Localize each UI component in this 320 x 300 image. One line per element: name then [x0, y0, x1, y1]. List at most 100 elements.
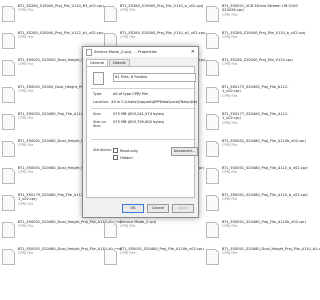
checkbox-box[interactable] — [113, 148, 118, 153]
file-item[interactable]: BTL_ES0177_S20400_Proj_File_A112-1_v02.c… — [206, 112, 298, 138]
file-text: BTL_ES0175_S20400_Proj_File_A112-1_v02.c… — [222, 85, 298, 98]
file-text: BTL_ES280_S20040_Proj_File_V112_b1_v02.c… — [18, 31, 104, 40]
dialog-buttons: OK Cancel Apply — [122, 204, 194, 213]
file-item[interactable]: BTL_ES0001_S20480_Dual_Height_Proj_File_… — [2, 247, 121, 273]
file-text: BTL_ES0001_S20480_Proj_File_A110b_v02.cp… — [222, 220, 306, 229]
checkbox-box[interactable] — [113, 155, 118, 160]
file-item[interactable]: BTL_ES0001_S20000_Dual_Height_Proj_File_… — [2, 58, 121, 84]
size-value: 575 MB (603,241,574 bytes) — [113, 112, 165, 116]
tab-details[interactable]: Details — [109, 59, 130, 66]
file-icon — [104, 222, 117, 238]
file-item[interactable]: BTL_ES0001_S20480_Proj_File_A110_b_v02.c… — [2, 112, 104, 138]
file-text: BTL_ES0177_S20400_Proj_File_A112-1_v02.c… — [222, 112, 298, 125]
general-panel: 61 Files, 6 Folders Type: All of type CP… — [86, 66, 198, 198]
file-text: Service Mode_2.cprj CPRJ File — [120, 220, 156, 229]
file-icon — [2, 114, 15, 130]
type-label: Type: — [93, 92, 103, 96]
file-icon — [2, 33, 15, 49]
readonly-label: Read-only — [120, 148, 138, 153]
selection-summary-field: 61 Files, 6 Folders — [113, 73, 196, 82]
file-item[interactable]: BTL_ES280_S20040_Proj_File_V112_b1_v02.c… — [2, 31, 104, 57]
file-type: CPRJ File — [222, 197, 238, 202]
file-item[interactable]: BTL_ES0175_S20480_Proj_File_A112-1_v02.c… — [2, 193, 94, 219]
file-item[interactable]: BTL_ES0001_VCB EDrive Stream Lift V100 S… — [206, 4, 298, 30]
ok-button[interactable]: OK — [122, 204, 144, 213]
hidden-label: Hidden — [120, 155, 133, 160]
file-item[interactable]: BTL_ES280_S19000_Proj_File_V110_B3_v02.c… — [2, 4, 104, 30]
file-item[interactable]: BTL_ES280_S20400_Proj_File_V110_b_v02.cp… — [206, 31, 305, 57]
file-type: CPRJ File — [222, 224, 238, 229]
file-item[interactable]: BTL_ES0001_S20480_Dual_Height_Proj_File_… — [2, 166, 121, 192]
file-type: CPRJ File — [222, 251, 238, 256]
close-icon[interactable]: ✕ — [191, 49, 195, 55]
size-on-disk-row: Size on disk: 575 MB (603,795,800 bytes) — [93, 120, 197, 128]
file-icon — [206, 87, 219, 103]
file-item[interactable]: Service Mode_2.cprj CPRJ File — [104, 220, 196, 246]
file-item[interactable]: BTL_ES0001_S20480_Proj_File_A110b_v02.cp… — [104, 247, 204, 273]
file-item[interactable]: BTL_ES280_S19000_Proj_File_V110_a_v02.cp… — [104, 4, 203, 30]
file-text: BTL_ES280_S19000_Proj_File_V110_B3_v02.c… — [18, 4, 104, 13]
file-icon — [206, 33, 219, 49]
file-item[interactable]: BTL_ES0001_S20480_Proj_File_A110b_v02.cp… — [206, 220, 306, 246]
file-text: BTL_ES0001_S20480_Proj_File_A110b_v02.cp… — [222, 139, 306, 148]
file-item[interactable]: BTL_ES0001_S20480_Proj_File_A110_b_v02.c… — [206, 166, 308, 192]
size-on-disk-value: 575 MB (603,795,800 bytes) — [113, 120, 165, 124]
file-text: BTL_ES0001_VCB EDrive Stream Lift V100 S… — [222, 4, 298, 17]
dialog-title: Service Mode_2.cprj, ... Properties — [94, 50, 157, 54]
file-text: BTL_ES0001_S20480_Proj_File_A110b_v02.cp… — [120, 247, 204, 256]
file-item[interactable]: BTL_ES0001_S20480_Dual_Height_Proj_File_… — [2, 220, 121, 246]
advanced-button[interactable]: Advanced... — [171, 147, 198, 156]
file-item[interactable]: BTL_ES0001_S2000_Dual_Height_Proj_File_V… — [2, 85, 112, 111]
size-row: Size: 575 MB (603,241,574 bytes) — [93, 112, 197, 116]
type-value: All of type CPRJ File — [113, 92, 148, 96]
size-on-disk-label: Size on disk: — [93, 120, 106, 128]
tab-bar: General Details — [83, 57, 198, 66]
file-text: BTL_ES0001_S20480_Proj_File_A110_b_v02.c… — [222, 166, 308, 175]
file-icon — [206, 249, 219, 265]
file-text: BTL_ES280_S19000_Proj_File_V110_a_v02.cp… — [120, 4, 203, 13]
location-label: Location: — [93, 100, 110, 104]
cancel-button[interactable]: Cancel — [147, 204, 169, 213]
file-text: BTL_ES0001_S20480_Proj_File_A110_b_v02.c… — [222, 193, 308, 202]
file-item[interactable]: BTL_ES0001_S20480_Dual_Height_Proj_File_… — [2, 139, 121, 165]
file-type: CPRJ File — [120, 224, 136, 229]
file-type: CPRJ File — [222, 93, 238, 98]
file-text: BTL_ES280_S20000_Proj_File_V110_a1_v02.c… — [120, 31, 205, 40]
file-type: CPRJ File — [120, 251, 136, 256]
file-type: CPRJ File — [222, 12, 238, 17]
file-item[interactable]: BTL_ES0001_S20480_Dual_Height_Proj_File_… — [206, 247, 320, 273]
file-type: CPRJ File — [18, 35, 34, 40]
file-icon — [2, 168, 15, 184]
divider — [91, 108, 196, 109]
file-icon — [104, 249, 117, 265]
file-type: CPRJ File — [222, 170, 238, 175]
dialog-titlebar: Service Mode_2.cprj, ... Properties ✕ — [83, 47, 198, 57]
tab-general[interactable]: General — [86, 59, 109, 66]
location-value: All in C:\Users\Support\APPData\Local\Te… — [111, 100, 197, 104]
multiple-files-icon — [93, 72, 104, 85]
apply-button[interactable]: Apply — [172, 204, 194, 213]
file-icon — [206, 114, 219, 130]
file-icon — [206, 141, 219, 157]
file-icon — [2, 60, 15, 76]
properties-dialog: Service Mode_2.cprj, ... Properties ✕ Ge… — [82, 46, 199, 218]
file-type: CPRJ File — [222, 120, 238, 125]
file-text: BTL_ES0001_S20480_Dual_Height_Proj_File_… — [222, 247, 320, 256]
file-type: CPRJ File — [120, 8, 136, 13]
file-icon — [2, 222, 15, 238]
file-type: CPRJ File — [222, 35, 238, 40]
file-icon — [2, 87, 15, 103]
file-item[interactable]: BTL_ES0001_S20480_Proj_File_A110b_v02.cp… — [206, 139, 306, 165]
file-text: BTL_ES280_S20400_Proj_File_V110_b_v02.cp… — [222, 31, 305, 40]
file-item[interactable]: BTL_ES0175_S20400_Proj_File_A112-1_v02.c… — [206, 85, 298, 111]
file-name: BTL_ES0177_S20400_Proj_File_A112-1_v02.c… — [222, 112, 289, 121]
file-name: BTL_ES0175_S20400_Proj_File_A112-1_v02.c… — [222, 85, 289, 94]
readonly-checkbox[interactable]: Read-only — [113, 148, 138, 153]
file-icon — [206, 60, 219, 76]
file-item[interactable]: BTL_ES280_S20040_Proj_File_V110.cprj CPRJ… — [206, 58, 298, 84]
file-name: BTL_ES0001_VCB EDrive Stream Lift V100 S… — [222, 4, 298, 13]
hidden-checkbox[interactable]: Hidden — [113, 155, 133, 160]
file-icon — [2, 141, 15, 157]
file-item[interactable]: BTL_ES0001_S20480_Proj_File_A110_b_v02.c… — [206, 193, 308, 219]
file-type: CPRJ File — [18, 8, 34, 13]
